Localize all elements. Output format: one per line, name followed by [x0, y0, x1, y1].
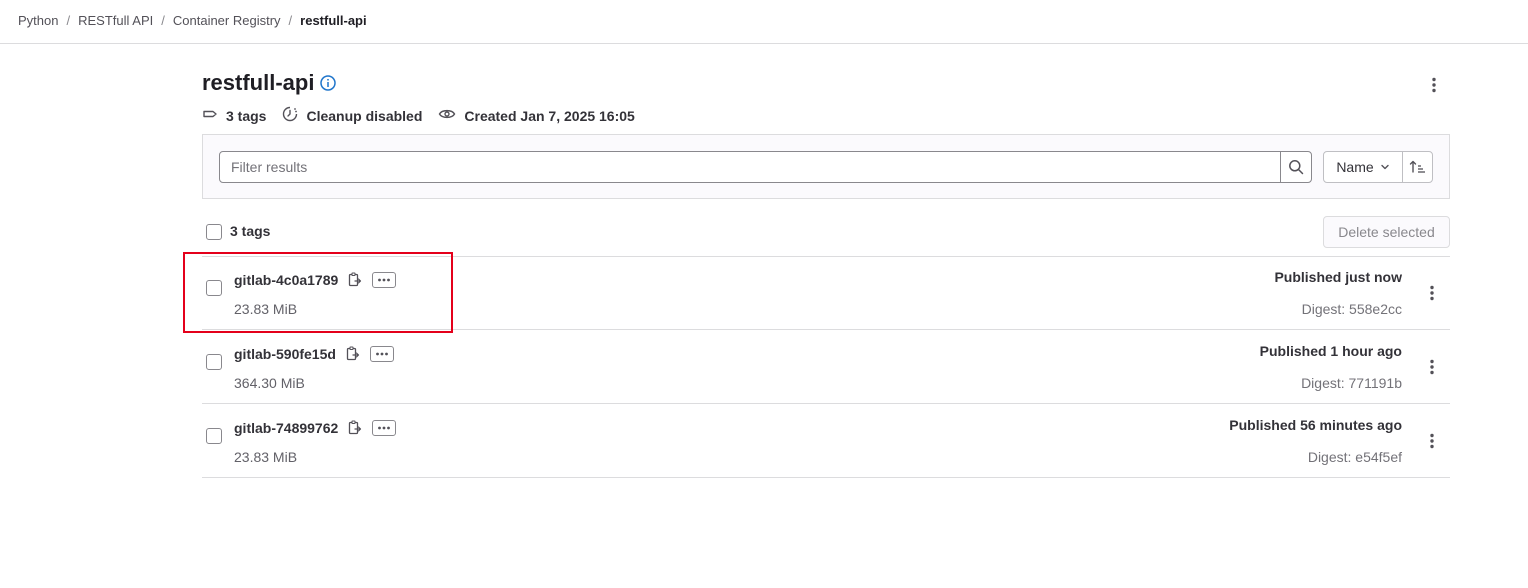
- tag-line: gitlab-4c0a1789: [234, 272, 397, 288]
- repository-name: restfull-api: [202, 70, 315, 95]
- digest: Digest: 558e2cc: [1301, 301, 1402, 317]
- copy-icon[interactable]: [348, 272, 362, 288]
- sort-ascending-icon: [1409, 160, 1425, 173]
- breadcrumb-item-current[interactable]: restfull-api: [300, 13, 366, 28]
- breadcrumb-item-restfull-api-project[interactable]: RESTfull API: [78, 13, 153, 28]
- tag-line: gitlab-590fe15d: [234, 346, 394, 362]
- tag-icon: [202, 106, 226, 125]
- ellipsis-icon[interactable]: [372, 420, 397, 436]
- ellipsis-icon[interactable]: [372, 272, 397, 288]
- eye-icon: [438, 106, 464, 125]
- meta-tags: 3 tags: [202, 106, 266, 125]
- select-all-label: 3 tags: [230, 223, 271, 239]
- search-icon: [1289, 160, 1304, 175]
- copy-icon[interactable]: [346, 346, 360, 362]
- cleanup-icon: [282, 106, 306, 125]
- filter-input[interactable]: [220, 152, 1280, 182]
- tag-line: gitlab-74899762: [234, 420, 397, 436]
- table-row: gitlab-74899762 23.83 MiB Published 56 m…: [202, 404, 1450, 478]
- top-bar: Python / RESTfull API / Container Regist…: [0, 0, 1528, 44]
- tag-name: gitlab-590fe15d: [234, 346, 336, 362]
- filter-bar: Name: [202, 134, 1450, 199]
- info-icon[interactable]: [320, 75, 337, 91]
- tags-count: 3 tags: [226, 107, 267, 124]
- sort-dropdown[interactable]: Name: [1323, 151, 1403, 183]
- table-row: gitlab-590fe15d 364.30 MiB Published 1 h…: [202, 330, 1450, 404]
- chevron-down-icon: [1380, 164, 1389, 170]
- breadcrumb-separator: /: [288, 13, 293, 28]
- image-size: 23.83 MiB: [234, 301, 298, 317]
- cleanup-status: Cleanup disabled: [306, 107, 423, 124]
- digest: Digest: 771191b: [1301, 375, 1402, 391]
- breadcrumb-separator: /: [161, 13, 165, 28]
- kebab-icon[interactable]: [1422, 73, 1446, 97]
- published-time: Published 1 hour ago: [1259, 343, 1402, 359]
- tag-name: gitlab-4c0a1789: [234, 272, 339, 288]
- table-row: gitlab-4c0a1789 23.83 MiB Published just…: [202, 256, 1450, 330]
- breadcrumb-item-python[interactable]: Python: [18, 13, 58, 28]
- breadcrumb-item-container-registry[interactable]: Container Registry: [173, 13, 281, 28]
- breadcrumb-separator: /: [66, 13, 71, 28]
- search-button[interactable]: [1280, 151, 1312, 183]
- tag-name: gitlab-74899762: [234, 420, 339, 436]
- row-checkbox[interactable]: [206, 354, 222, 370]
- image-size: 364.30 MiB: [234, 375, 305, 391]
- sort-direction-button[interactable]: [1402, 151, 1433, 183]
- repository-meta: 3 tags Cleanup disabled Created Jan 7, 2…: [202, 106, 651, 125]
- breadcrumb: Python / RESTfull API / Container Regist…: [18, 13, 367, 28]
- kebab-icon[interactable]: [1420, 281, 1444, 305]
- row-checkbox[interactable]: [206, 280, 222, 296]
- sort-label: Name: [1336, 159, 1374, 175]
- meta-created: Created Jan 7, 2025 16:05: [438, 106, 635, 125]
- copy-icon[interactable]: [348, 420, 362, 436]
- kebab-icon[interactable]: [1420, 355, 1444, 379]
- meta-cleanup: Cleanup disabled: [282, 106, 422, 125]
- created-date: Created Jan 7, 2025 16:05: [464, 107, 635, 124]
- page-title: restfull-api: [202, 70, 337, 96]
- list-header: 3 tags Delete selected: [202, 216, 1450, 257]
- published-time: Published 56 minutes ago: [1229, 417, 1402, 433]
- ellipsis-icon[interactable]: [369, 346, 394, 362]
- published-time: Published just now: [1274, 269, 1402, 285]
- image-size: 23.83 MiB: [234, 449, 298, 465]
- kebab-icon[interactable]: [1420, 429, 1444, 453]
- search-field: [219, 151, 1281, 183]
- digest: Digest: e54f5ef: [1307, 449, 1402, 465]
- select-all-checkbox[interactable]: [206, 224, 222, 240]
- row-checkbox[interactable]: [206, 428, 222, 444]
- delete-selected-button[interactable]: Delete selected: [1323, 216, 1450, 248]
